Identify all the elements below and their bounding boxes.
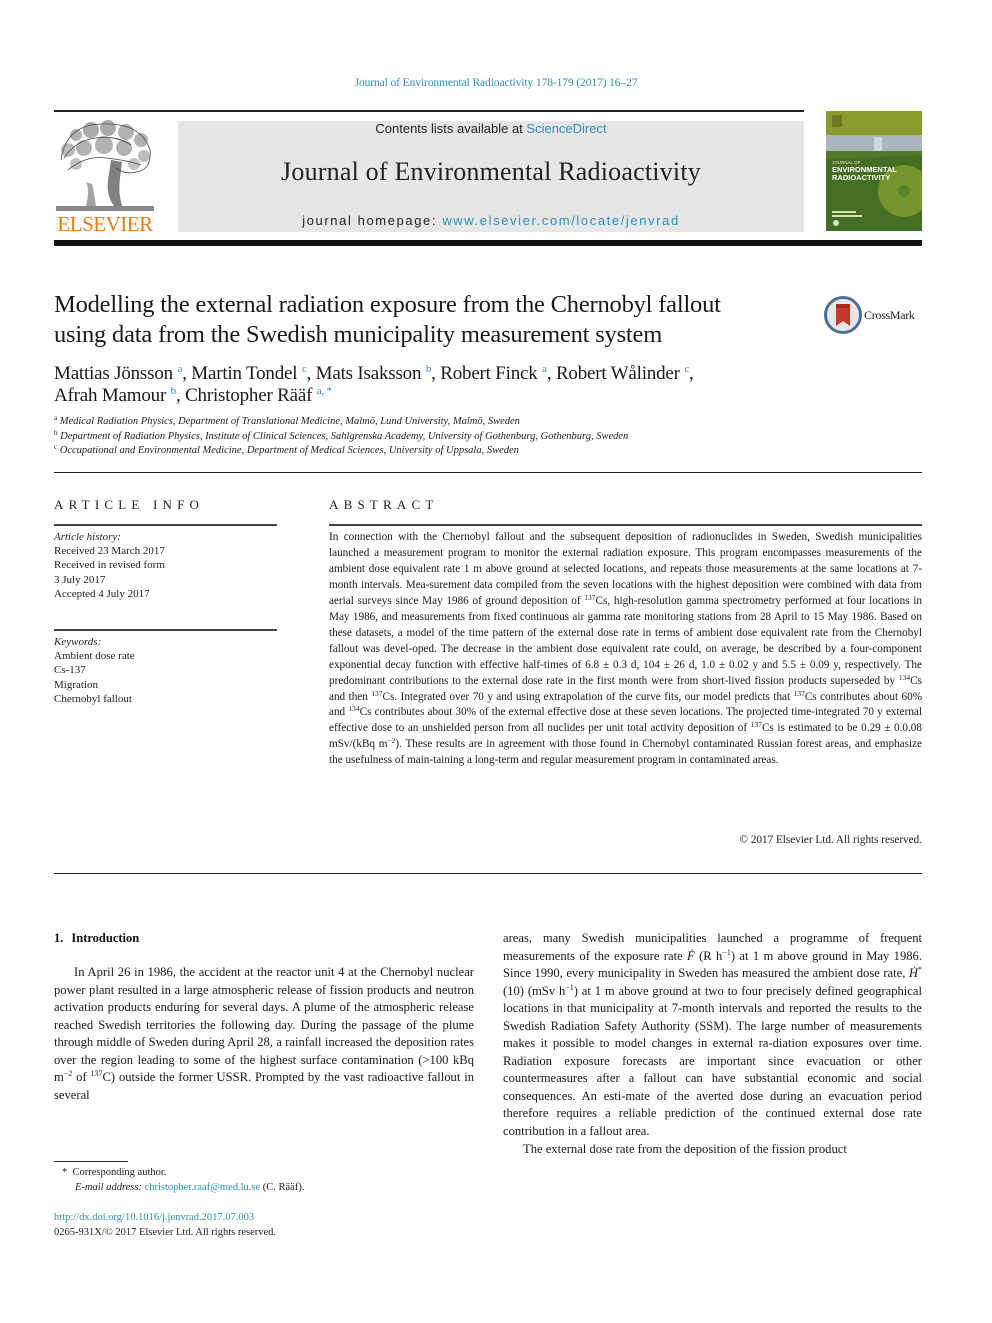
crossmark-icon <box>824 296 862 334</box>
affiliation-text: Medical Radiation Physics, Department of… <box>59 416 520 427</box>
sciencedirect-link[interactable]: ScienceDirect <box>526 121 606 136</box>
contents-prefix: Contents lists available at <box>375 121 527 136</box>
journal-cover-art: JOURNAL OF ENVIRONMENTAL RADIOACTIVITY <box>826 111 922 231</box>
section-number: 1. <box>54 931 64 945</box>
keywords: Keywords: Ambient dose rate Cs-137 Migra… <box>54 635 277 706</box>
author-name[interactable]: Robert Finck <box>440 363 538 384</box>
email-link[interactable]: christopher.raaf@med.lu.se <box>145 1182 261 1193</box>
keyword-item: Chernobyl fallout <box>54 692 132 705</box>
doi-link[interactable]: http://dx.doi.org/10.1016/j.jenvrad.2017… <box>54 1210 474 1225</box>
crossmark-label: CrossMark <box>864 308 915 322</box>
keyword-item: Cs-137 <box>54 664 86 677</box>
affiliation-item: b Department of Radiation Physics, Insti… <box>54 428 914 445</box>
abstract-heading: ABSTRACT <box>329 497 439 512</box>
author-separator: , <box>306 363 316 384</box>
author-name[interactable]: Mats Isaksson <box>316 363 422 384</box>
elsevier-wordmark: ELSEVIER <box>57 212 153 236</box>
affiliation-item: a Medical Radiation Physics, Department … <box>54 415 914 430</box>
affiliations: a Medical Radiation Physics, Department … <box>54 415 914 459</box>
author-separator: , <box>175 385 186 406</box>
author-name[interactable]: Christopher Rääf <box>185 385 312 406</box>
affiliation-marker[interactable]: a, * <box>317 385 332 397</box>
journal-homepage-link[interactable]: www.elsevier.com/locate/jenvrad <box>442 213 679 228</box>
homepage-line: journal homepage: www.elsevier.com/locat… <box>178 213 804 228</box>
paragraph: areas, many Swedish municipalities launc… <box>503 931 923 1139</box>
affiliation-item: c Occupational and Environmental Medicin… <box>54 444 914 459</box>
article-title-line-1: Modelling the external radiation exposur… <box>54 291 721 318</box>
keyword-item: Ambient dose rate <box>54 650 135 663</box>
section-title: Introduction <box>71 931 140 945</box>
footnotes: * Corresponding author. E-mail address: … <box>54 1165 474 1195</box>
history-item: Accepted 4 July 2017 <box>54 587 150 600</box>
author-name[interactable]: Mattias Jönsson <box>54 363 173 384</box>
doi-block: http://dx.doi.org/10.1016/j.jenvrad.2017… <box>54 1210 474 1240</box>
abstract-rule <box>329 524 922 526</box>
journal-masthead: Contents lists available at ScienceDirec… <box>178 121 804 232</box>
header-thick-rule <box>54 240 922 246</box>
author-separator: , <box>182 363 192 384</box>
body-column-left: In April 26 in 1986, the accident at the… <box>54 965 474 1102</box>
journal-citation-link[interactable]: Journal of Environmental Radioactivity 1… <box>0 77 992 89</box>
affiliation-key: c <box>54 443 58 451</box>
abstract-text: In connection with the Chernobyl fallout… <box>329 531 923 767</box>
corresponding-author-note: * Corresponding author. <box>62 1167 167 1178</box>
author-name[interactable]: Martin Tondel <box>191 363 297 384</box>
cover-title-line3: RADIOACTIVITY <box>832 173 890 182</box>
elsevier-tree-icon <box>56 120 154 211</box>
keywords-label: Keywords: <box>54 636 102 648</box>
elsevier-logo[interactable]: ELSEVIER <box>54 120 156 236</box>
affiliation-key: b <box>54 428 58 437</box>
abstract-copyright: © 2017 Elsevier Ltd. All rights reserved… <box>739 834 923 846</box>
footnote-rule <box>54 1161 128 1162</box>
affiliation-text: Occupational and Environmental Medicine,… <box>59 445 519 456</box>
author-separator: , <box>431 363 441 384</box>
homepage-prefix: journal homepage: <box>302 213 443 228</box>
journal-cover-image[interactable]: JOURNAL OF ENVIRONMENTAL RADIOACTIVITY <box>826 111 922 231</box>
article-history-label: Article history: <box>54 531 121 543</box>
section-heading-introduction: 1. Introduction <box>54 931 139 946</box>
header-top-rule <box>54 110 804 112</box>
author-name[interactable]: Robert Wålinder <box>556 363 680 384</box>
history-item: Received in revised form <box>54 559 165 572</box>
article-title-line-2: using data from the Swedish municipality… <box>54 321 663 348</box>
article-info-rule <box>54 524 277 526</box>
email-note: E-mail address: christopher.raaf@med.lu.… <box>75 1182 305 1193</box>
article-info-heading: ARTICLE INFO <box>54 497 205 512</box>
history-item: 3 July 2017 <box>54 573 106 586</box>
author-separator: , <box>546 363 556 384</box>
keywords-rule <box>54 629 277 631</box>
article-title: Modelling the external radiation exposur… <box>54 290 814 350</box>
divider <box>54 873 922 874</box>
affiliation-text: Department of Radiation Physics, Institu… <box>60 430 629 442</box>
keyword-item: Migration <box>54 678 98 691</box>
issn-line: 0265-931X/© 2017 Elsevier Ltd. All right… <box>54 1227 277 1238</box>
author-list: Mattias Jönsson a, Martin Tondel c, Mats… <box>54 363 914 407</box>
crossmark-button[interactable]: CrossMark <box>824 296 924 336</box>
journal-title: Journal of Environmental Radioactivity <box>281 157 701 186</box>
history-item: Received 23 March 2017 <box>54 545 165 558</box>
affiliation-key: a <box>54 414 58 422</box>
article-history: Article history: Received 23 March 2017 … <box>54 530 277 601</box>
contents-line: Contents lists available at ScienceDirec… <box>178 121 804 136</box>
body-column-right: areas, many Swedish municipalities launc… <box>503 930 922 1158</box>
paragraph: The external dose rate from the depositi… <box>523 1141 847 1156</box>
author-name[interactable]: Afrah Mamour <box>54 385 166 406</box>
author-separator: , <box>689 363 694 384</box>
divider <box>54 472 922 473</box>
